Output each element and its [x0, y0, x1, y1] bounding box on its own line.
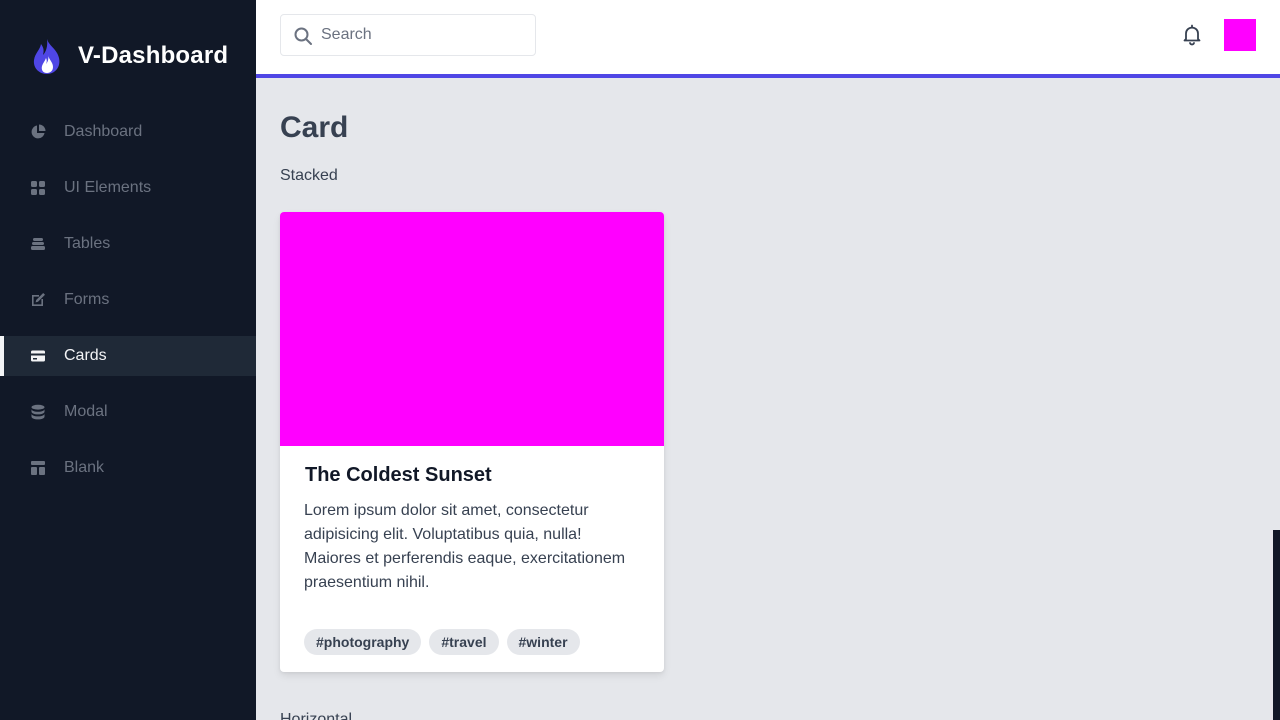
page-content: Card Stacked The Coldest Sunset Lorem ip…	[256, 78, 1280, 720]
sidebar-item-label: Forms	[64, 291, 110, 308]
sidebar-item-label: Modal	[64, 403, 108, 420]
layout-icon	[30, 460, 46, 476]
pie-chart-icon	[30, 124, 46, 140]
header-actions	[1180, 19, 1256, 51]
edit-icon	[30, 292, 46, 308]
brand-name: V-Dashboard	[78, 42, 229, 69]
sidebar-item-ui-elements[interactable]: UI Elements	[0, 168, 256, 208]
sidebar-item-dashboard[interactable]: Dashboard	[0, 112, 256, 152]
card-text: Lorem ipsum dolor sit amet, consectetur …	[304, 502, 626, 591]
avatar[interactable]	[1224, 19, 1256, 51]
card-tags: #photography #travel #winter	[280, 595, 664, 672]
search-input[interactable]	[281, 15, 535, 55]
card-image	[280, 212, 664, 446]
sidebar-item-label: Dashboard	[64, 123, 143, 140]
app-root: V-Dashboard Dashboard UI Elements Tables	[0, 0, 1280, 720]
sidebar: V-Dashboard Dashboard UI Elements Tables	[0, 0, 256, 720]
search-icon	[293, 26, 313, 46]
sidebar-item-label: Tables	[64, 235, 111, 252]
brand[interactable]: V-Dashboard	[0, 0, 256, 112]
sidebar-item-label: Cards	[64, 347, 107, 364]
tag-travel: #travel	[429, 629, 499, 655]
scrollbar-thumb[interactable]	[1273, 530, 1280, 720]
tag-photography: #photography	[304, 629, 422, 655]
page-title: Card	[280, 111, 349, 144]
sidebar-item-forms[interactable]: Forms	[0, 280, 256, 320]
stack-icon	[30, 236, 46, 252]
sidebar-item-modal[interactable]: Modal	[0, 392, 256, 432]
card-body: The Coldest Sunset Lorem ipsum dolor sit…	[280, 446, 664, 595]
sidebar-item-blank[interactable]: Blank	[0, 448, 256, 488]
bell-icon[interactable]	[1180, 23, 1204, 47]
card-title: The Coldest Sunset	[305, 464, 492, 486]
flame-logo-icon	[30, 37, 64, 75]
sidebar-item-tables[interactable]: Tables	[0, 224, 256, 264]
main-area: Card Stacked The Coldest Sunset Lorem ip…	[256, 0, 1280, 720]
database-icon	[30, 404, 46, 420]
stacked-card: The Coldest Sunset Lorem ipsum dolor sit…	[280, 212, 664, 672]
sidebar-item-label: Blank	[64, 459, 105, 476]
sidebar-nav: Dashboard UI Elements Tables Forms Cards…	[0, 112, 256, 488]
section-label-horizontal: Horizontal	[280, 711, 353, 720]
sidebar-item-label: UI Elements	[64, 179, 152, 196]
credit-card-icon	[30, 348, 46, 364]
section-label-stacked: Stacked	[280, 167, 338, 184]
grid-icon	[30, 180, 46, 196]
search-box[interactable]	[280, 14, 536, 56]
sidebar-item-cards[interactable]: Cards	[0, 336, 256, 376]
tag-winter: #winter	[506, 629, 580, 655]
top-header	[256, 0, 1280, 78]
